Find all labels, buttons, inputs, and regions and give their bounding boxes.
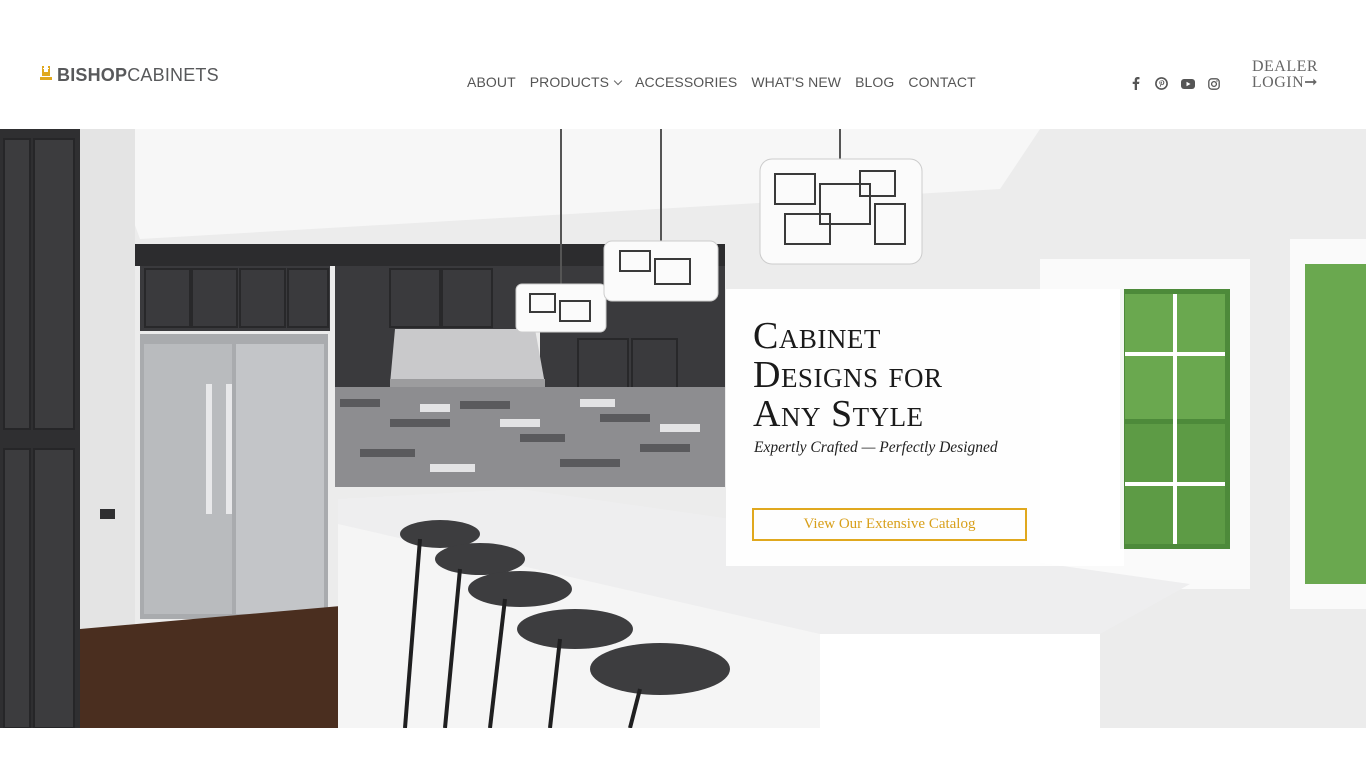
nav-contact[interactable]: CONTACT (908, 74, 975, 90)
dealer-login-line2: LOGIN➞ (1251, 74, 1319, 91)
hero-subtitle: Expertly Crafted — Perfectly Designed (754, 439, 998, 456)
youtube-icon[interactable] (1180, 76, 1195, 91)
nav-products[interactable]: PRODUCTS (529, 74, 623, 90)
dealer-login-line1: DEALER (1251, 58, 1319, 75)
nav-whats-new[interactable]: WHAT'S NEW (751, 74, 841, 90)
bishop-crown-icon (38, 64, 54, 86)
main-nav: ABOUT PRODUCTS ACCESSORIES WHAT'S NEW BL… (467, 74, 990, 90)
hero-title: Cabinet Designs for Any Style (753, 317, 1113, 434)
hero-kitchen-image (0, 129, 1366, 728)
nav-accessories[interactable]: ACCESSORIES (635, 74, 737, 90)
brand-name-light: CABINETS (127, 65, 219, 85)
brand-name-bold: BISHOP (57, 65, 128, 85)
nav-products-label: PRODUCTS (529, 74, 610, 90)
view-catalog-button[interactable]: View Our Extensive Catalog (752, 508, 1027, 541)
hero-title-line2: Designs for (753, 354, 943, 396)
brand-logo[interactable]: BISHOPCABINETS (38, 64, 219, 86)
hero-title-line1: Cabinet (753, 315, 881, 357)
pinterest-icon[interactable] (1154, 76, 1169, 91)
page-footer-space (0, 728, 1366, 768)
facebook-icon[interactable] (1128, 76, 1143, 91)
chevron-down-icon (613, 76, 623, 85)
nav-about[interactable]: ABOUT (467, 74, 516, 90)
nav-blog[interactable]: BLOG (855, 74, 894, 90)
hero-card: Cabinet Designs for Any Style Expertly C… (726, 289, 1124, 566)
social-links (1128, 76, 1221, 91)
brand-name: BISHOPCABINETS (57, 66, 219, 84)
site-header: BISHOPCABINETS ABOUT PRODUCTS ACCESSORIE… (0, 0, 1366, 129)
hero-title-line3: Any Style (753, 393, 924, 435)
dealer-login-link[interactable]: DEALER LOGIN➞ (1250, 59, 1320, 91)
hero-banner (0, 129, 1366, 728)
instagram-icon[interactable] (1206, 76, 1221, 91)
